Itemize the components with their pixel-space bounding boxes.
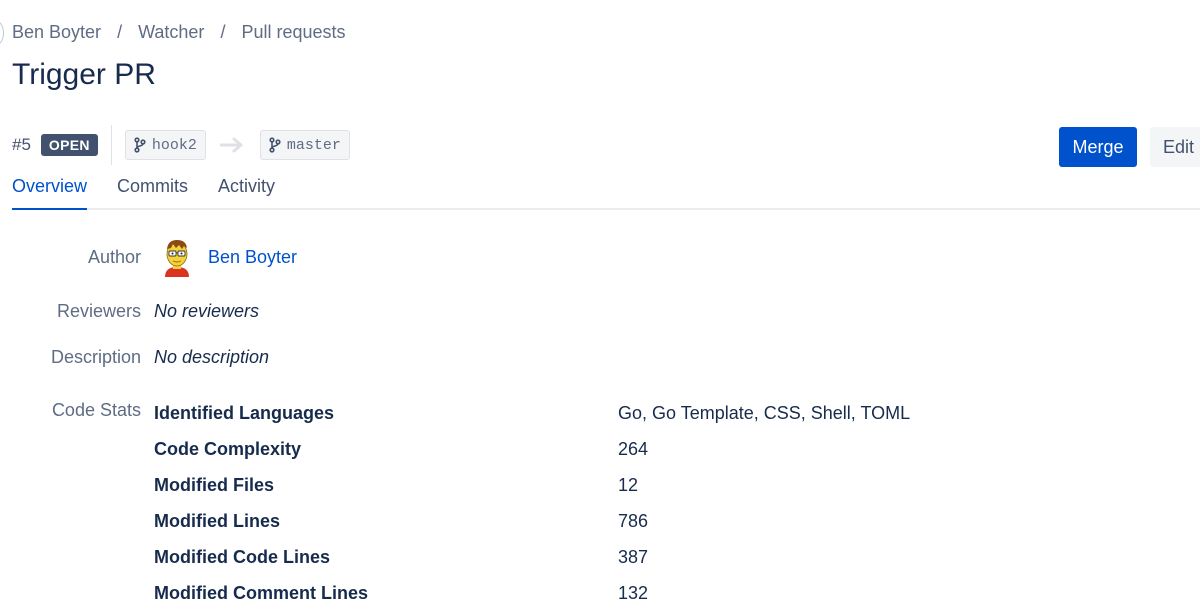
source-branch[interactable]: hook2 [124,130,206,160]
description-label: Description [50,347,141,367]
description-value: No description [154,347,270,367]
breadcrumb-separator: / [117,22,123,42]
pr-number: #5 [12,135,31,154]
stat-row: Identified Languages Go, Go Template, CS… [154,403,1154,427]
reviewers-label: Reviewers [56,301,141,321]
stat-row: Modified Lines 786 [154,511,1154,535]
stat-name: Modified Comment Lines [154,583,369,603]
stat-value: 786 [618,511,649,531]
target-branch-label: master [286,136,341,154]
reviewers-value: No reviewers [154,301,260,321]
author-link[interactable]: Ben Boyter [208,247,297,268]
tab-commits[interactable]: Commits [117,176,188,208]
stat-row: Code Complexity 264 [154,439,1154,463]
divider [110,125,112,165]
status-badge: OPEN [40,134,98,156]
branch-icon [134,137,146,153]
stat-value: 387 [618,547,649,567]
page-title: Trigger PR [12,58,156,91]
stat-name: Modified Lines [154,511,280,531]
pull-request-page: Ben Boyter / Watcher / Pull requests Tri… [0,0,1200,611]
stat-name: Identified Languages [154,403,335,423]
stat-value: 132 [618,583,649,603]
merge-button[interactable]: Merge [1059,127,1137,167]
breadcrumb-project[interactable]: Ben Boyter [12,22,101,43]
breadcrumb-pull-requests[interactable]: Pull requests [241,22,345,43]
stat-value: Go, Go Template, CSS, Shell, TOML [618,403,911,423]
edit-button[interactable]: Edit [1150,127,1200,167]
breadcrumb-separator: / [220,22,226,42]
edge-fragment [0,20,4,46]
target-branch[interactable]: master [259,130,350,160]
author: Ben Boyter [160,237,297,277]
code-stats-label: Code Stats [51,400,141,420]
pr-meta: #5 OPEN hook2 master [12,125,350,165]
tab-overview[interactable]: Overview [12,176,88,210]
source-branch-label: hook2 [151,136,197,154]
avatar[interactable] [160,237,194,277]
stat-name: Code Complexity [154,439,302,459]
branch-icon [269,137,281,153]
breadcrumb-repo[interactable]: Watcher [138,22,204,43]
stat-value: 264 [618,439,649,459]
stat-name: Modified Files [154,475,275,495]
stat-row: Modified Comment Lines 132 [154,583,1154,607]
breadcrumb: Ben Boyter / Watcher / Pull requests [12,22,346,43]
stat-row: Modified Code Lines 387 [154,547,1154,571]
stat-value: 12 [618,475,639,495]
stat-row: Modified Files 12 [154,475,1154,499]
tab-activity[interactable]: Activity [218,176,275,208]
arrow-right-icon [219,137,246,153]
stat-name: Modified Code Lines [154,547,331,567]
author-label: Author [87,247,141,267]
tab-bar: Overview Commits Activity [12,176,1200,210]
